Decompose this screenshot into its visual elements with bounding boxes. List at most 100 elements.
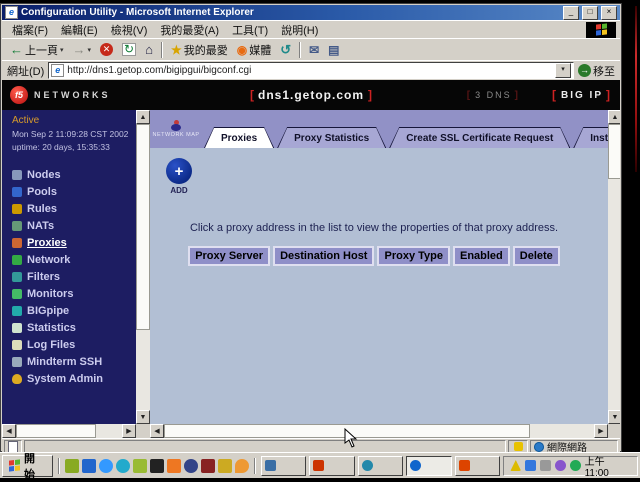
- forward-dropdown-icon[interactable]: ▾: [88, 46, 92, 54]
- tab-proxy-statistics[interactable]: Proxy Statistics: [277, 127, 386, 148]
- scroll-left-icon[interactable]: ◀: [2, 424, 16, 438]
- sidebar-horizontal-scrollbar[interactable]: ◀ ▶: [2, 424, 136, 438]
- browser-window: e Configuration Utility - Microsoft Inte…: [0, 3, 622, 452]
- scrollbar-thumb[interactable]: [136, 124, 150, 330]
- tab-proxies[interactable]: Proxies: [204, 127, 274, 148]
- menu-tools[interactable]: 工具(T): [226, 21, 274, 39]
- scroll-down-icon[interactable]: ▼: [136, 410, 150, 424]
- sidebar-item-label: NATs: [27, 220, 54, 232]
- sidebar-item-monitors[interactable]: Monitors: [12, 285, 136, 302]
- sidebar-item-log-files[interactable]: Log Files: [12, 336, 136, 353]
- address-bar: 網址(D) e http://dns1.getop.com/bigipgui/b…: [2, 60, 620, 80]
- stop-button[interactable]: ✕: [97, 42, 116, 57]
- minimize-button[interactable]: _: [563, 6, 579, 20]
- maximize-button[interactable]: □: [582, 6, 598, 20]
- back-icon: ←: [10, 42, 23, 57]
- back-button[interactable]: ← 上一頁 ▾: [7, 41, 67, 59]
- favorites-button[interactable]: ★ 我的最愛: [168, 41, 231, 59]
- quick-launch-icon[interactable]: [218, 459, 232, 473]
- taskbar-separator: [58, 458, 60, 474]
- scrollbar-track[interactable]: [608, 124, 620, 410]
- quick-launch-icon[interactable]: [235, 459, 249, 473]
- print-button[interactable]: ▤: [325, 42, 342, 58]
- sidebar-item-filters[interactable]: Filters: [12, 268, 136, 285]
- tray-icon[interactable]: [510, 460, 521, 471]
- main-horizontal-scrollbar[interactable]: ◀ ▶: [150, 424, 608, 438]
- scroll-down-icon[interactable]: ▼: [608, 410, 620, 424]
- quick-launch-icon[interactable]: [65, 459, 79, 473]
- menu-edit[interactable]: 編輯(E): [55, 21, 104, 39]
- sidebar-item-mindterm-ssh[interactable]: Mindterm SSH: [12, 353, 136, 370]
- scrollbar-track[interactable]: [136, 124, 150, 410]
- mindterm-ssh-icon: [12, 357, 22, 367]
- home-button[interactable]: ⌂: [142, 41, 156, 58]
- quick-launch-icon[interactable]: [99, 459, 113, 473]
- sidebar-vertical-scrollbar[interactable]: ▲ ▼: [136, 110, 150, 424]
- taskbar-window-button[interactable]: [261, 456, 307, 476]
- close-button[interactable]: ×: [601, 6, 617, 20]
- forward-button[interactable]: → ▾: [70, 41, 95, 58]
- network-map-button[interactable]: NETWORK MAP: [154, 113, 198, 145]
- taskbar-window-button[interactable]: [309, 456, 355, 476]
- scroll-up-icon[interactable]: ▲: [136, 110, 150, 124]
- tab-label: Proxy Statistics: [278, 128, 385, 148]
- tray-icon[interactable]: [555, 460, 566, 471]
- taskbar-window-button-active[interactable]: [406, 456, 452, 476]
- main-vertical-scrollbar[interactable]: ▲ ▼: [608, 110, 620, 424]
- scrollbar-thumb[interactable]: [608, 124, 620, 179]
- task-window-icon: [313, 460, 324, 471]
- refresh-button[interactable]: ↻: [119, 42, 139, 57]
- taskbar-window-button[interactable]: [358, 456, 404, 476]
- scrollbar-thumb[interactable]: [16, 424, 96, 438]
- ie-window-icon: e: [5, 6, 18, 19]
- history-button[interactable]: ↺: [277, 41, 294, 59]
- sidebar-item-network[interactable]: Network: [12, 251, 136, 268]
- start-button[interactable]: 開始: [2, 455, 53, 477]
- mail-button[interactable]: ✉: [306, 42, 322, 58]
- tab-install-ssl-certificate[interactable]: Install SSL Certifi: [573, 127, 608, 148]
- menu-help[interactable]: 說明(H): [275, 21, 324, 39]
- back-dropdown-icon[interactable]: ▾: [60, 46, 64, 54]
- sidebar-item-proxies[interactable]: Proxies: [12, 234, 136, 251]
- quick-launch-icon[interactable]: [82, 459, 96, 473]
- media-button[interactable]: ◉ 媒體: [234, 41, 274, 59]
- quick-launch-icon[interactable]: [133, 459, 147, 473]
- scroll-up-icon[interactable]: ▲: [608, 110, 620, 124]
- taskbar-window-button[interactable]: [455, 456, 501, 476]
- address-label: 網址(D): [7, 63, 44, 79]
- product-bigip: [ BIG IP ]: [552, 88, 612, 102]
- scroll-right-icon[interactable]: ▶: [594, 424, 608, 438]
- menu-favorites[interactable]: 我的最愛(A): [154, 21, 225, 39]
- scrollbar-track[interactable]: [16, 424, 122, 438]
- sidebar-item-rules[interactable]: Rules: [12, 200, 136, 217]
- menu-view[interactable]: 檢視(V): [105, 21, 154, 39]
- scroll-left-icon[interactable]: ◀: [150, 424, 164, 438]
- menu-file[interactable]: 檔案(F): [6, 21, 54, 39]
- quick-launch-icon[interactable]: [167, 459, 181, 473]
- window-title: Configuration Utility - Microsoft Intern…: [21, 7, 560, 18]
- go-label: 移至: [593, 63, 615, 79]
- tab-create-ssl-certificate-request[interactable]: Create SSL Certificate Request: [389, 127, 570, 148]
- quick-launch-icon[interactable]: [184, 459, 198, 473]
- hostname-display: [ dns1.getop.com ]: [250, 88, 372, 102]
- quick-launch-icon[interactable]: [201, 459, 215, 473]
- go-button[interactable]: → 移至: [578, 63, 615, 79]
- sidebar-item-system-admin[interactable]: System Admin: [12, 370, 136, 387]
- sidebar-item-nats[interactable]: NATs: [12, 217, 136, 234]
- tray-icon[interactable]: [540, 460, 551, 471]
- sidebar-item-pools[interactable]: Pools: [12, 183, 136, 200]
- add-proxy-button[interactable]: + ADD: [162, 158, 196, 195]
- scroll-right-icon[interactable]: ▶: [122, 424, 136, 438]
- tray-icon[interactable]: [570, 460, 581, 471]
- sidebar-item-nodes[interactable]: Nodes: [12, 166, 136, 183]
- sidebar-item-label: Statistics: [27, 322, 76, 334]
- quick-launch-icon[interactable]: [116, 459, 130, 473]
- sidebar-item-bigpipe[interactable]: BIGpipe: [12, 302, 136, 319]
- address-input[interactable]: e http://dns1.getop.com/bigipgui/bigconf…: [48, 62, 574, 79]
- sidebar-item-statistics[interactable]: Statistics: [12, 319, 136, 336]
- address-dropdown-button[interactable]: ▾: [555, 63, 571, 78]
- scrollbar-track[interactable]: [164, 424, 594, 438]
- quick-launch-icon[interactable]: [150, 459, 164, 473]
- windows-taskbar: 開始 上午 11:00: [0, 452, 640, 478]
- tray-icon[interactable]: [525, 460, 536, 471]
